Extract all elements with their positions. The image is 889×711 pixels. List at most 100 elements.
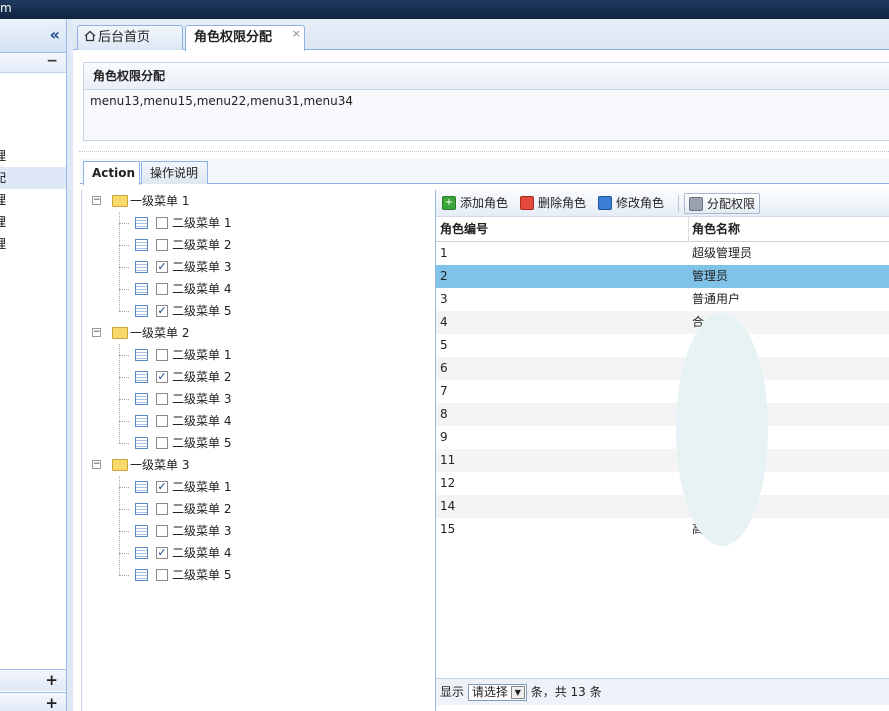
table-row[interactable]: 12 [436,472,889,495]
tree-node-label: 二级菜单 4 [172,282,232,296]
delete-role-button[interactable]: 删除角色 [518,193,586,214]
page-icon [135,239,148,251]
table-row[interactable]: 1 超级管理员 [436,242,889,265]
tree-node-label: 一级菜单 2 [130,326,190,340]
add-icon: + [442,196,456,210]
sidebar-item[interactable]: 理 [0,189,66,211]
grid-footer: 显示 请选择 ▼ 条，共 13 条 [436,678,889,705]
collapse-node-icon[interactable]: − [92,460,101,469]
table-row[interactable]: 6 [436,357,889,380]
permission-checkbox[interactable] [156,283,168,295]
collapse-group-icon[interactable]: − [46,53,58,69]
collapse-node-icon[interactable]: − [92,328,101,337]
permission-checkbox[interactable]: ✓ [156,481,168,493]
page-icon [135,415,148,427]
sidebar: « − 理 配 理 理 理 + + [0,19,67,711]
permission-icon [689,197,703,211]
permission-checkbox[interactable] [156,239,168,251]
permission-checkbox[interactable] [156,393,168,405]
tree-connector [119,212,120,311]
table-row[interactable]: 14司 [436,495,889,518]
permission-checkbox[interactable]: ✓ [156,305,168,317]
permission-checkbox[interactable] [156,503,168,515]
tree-node-label: 二级菜单 3 [172,392,232,406]
table-row[interactable]: 8 [436,403,889,426]
collapse-node-icon[interactable]: − [92,196,101,205]
tree-node-label: 二级菜单 2 [172,238,232,252]
tree-connector [119,421,129,422]
sidebar-item[interactable]: 理 [0,211,66,233]
sidebar-item[interactable]: 理 [0,145,66,167]
close-tab-icon[interactable]: × [292,22,301,46]
table-row[interactable]: 5 [436,334,889,357]
tree-node-label: 二级菜单 5 [172,304,232,318]
edit-icon [598,196,612,210]
tree-connector [119,289,129,290]
permission-checkbox[interactable] [156,349,168,361]
expand-group-icon[interactable]: + [45,694,58,711]
divider [79,151,889,152]
permission-checkbox[interactable] [156,415,168,427]
cell-role-id: 5 [440,338,448,352]
permission-checkbox[interactable] [156,437,168,449]
cell-role-id: 15 [440,522,456,536]
grid-body: 1 超级管理员 2 管理员 3 普通用户 4合 5 6 7 8 9 11 12 14司15高 [436,242,889,541]
page-icon [135,525,148,537]
sub-tabs: Action 操作说明 [80,159,889,185]
table-row[interactable]: 15高 [436,518,889,541]
dropdown-arrow-icon: ▼ [510,686,525,699]
tree-node-label: 二级菜单 2 [172,370,232,384]
record-count: 条，共 13 条 [530,685,602,699]
tree-node-label: 二级菜单 5 [172,568,232,582]
tab-home[interactable]: 后台首页 [77,25,183,50]
tree-node-label: 二级菜单 1 [172,216,232,230]
assigned-menus-text: menu13,menu15,menu22,menu31,menu34 [90,94,354,108]
tab-action[interactable]: Action [83,161,140,185]
table-row[interactable]: 3 普通用户 [436,288,889,311]
permission-checkbox[interactable]: ✓ [156,261,168,273]
column-header-role-id[interactable]: 角色编号 [440,217,488,242]
permission-checkbox[interactable] [156,525,168,537]
collapse-sidebar-icon[interactable]: « [50,27,60,43]
tab-home-label: 后台首页 [98,30,151,45]
table-row[interactable]: 2 管理员 [436,265,889,288]
column-separator[interactable] [688,217,689,242]
edit-role-button[interactable]: 修改角色 [596,193,664,214]
tree-connector [119,344,120,443]
permission-checkbox[interactable] [156,569,168,581]
cell-role-id: 12 [440,476,456,490]
sidebar-group-header[interactable]: − [0,53,66,73]
tab-instructions[interactable]: 操作说明 [141,161,208,184]
expand-group-icon[interactable]: + [45,671,58,689]
add-role-button[interactable]: + 添加角色 [440,193,508,214]
permission-checkbox[interactable]: ✓ [156,371,168,383]
cell-role-id: 9 [440,430,448,444]
page-icon [135,217,148,229]
permission-checkbox[interactable] [156,217,168,229]
table-row[interactable]: 7 [436,380,889,403]
tree-node-label: 二级菜单 3 [172,524,232,538]
permission-checkbox[interactable]: ✓ [156,547,168,559]
sidebar-group-collapsed[interactable]: + [0,669,66,691]
tree-node-label: 二级菜单 1 [172,348,232,362]
table-row[interactable]: 11 [436,449,889,472]
tree-node-label: 二级菜单 4 [172,546,232,560]
grid-toolbar: + 添加角色 删除角色 修改角色 分配权限 [436,190,889,217]
sidebar-item[interactable]: 理 [0,233,66,255]
sidebar-group-collapsed[interactable]: + [0,692,66,711]
sidebar-item-active[interactable]: 配 [0,167,66,189]
page-size-select[interactable]: 请选择 ▼ [467,684,527,701]
cell-role-id: 8 [440,407,448,421]
tab-role-permission[interactable]: 角色权限分配 × [185,25,305,51]
page-icon [135,349,148,361]
assign-permission-button[interactable]: 分配权限 [684,193,761,214]
column-header-role-name[interactable]: 角色名称 [692,217,740,242]
home-icon [84,30,96,42]
table-row[interactable]: 9 [436,426,889,449]
tree-connector [119,399,129,400]
folder-icon [112,459,128,471]
tree-connector [119,223,129,224]
folder-icon [112,327,128,339]
tree-connector [119,476,120,575]
table-row[interactable]: 4合 [436,311,889,334]
